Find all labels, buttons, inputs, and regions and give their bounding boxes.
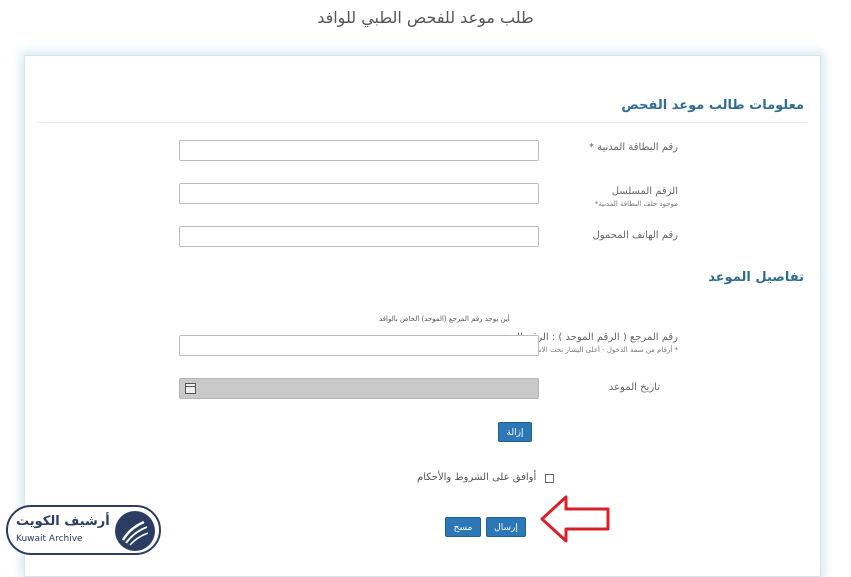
terms-label[interactable]: أوافق على الشروط والأحكام bbox=[417, 472, 536, 483]
date-field[interactable] bbox=[179, 378, 539, 399]
archive-emblem-icon bbox=[115, 511, 155, 551]
clear-button[interactable]: مسح bbox=[445, 517, 481, 537]
logo-title: أرشيف الكويت bbox=[16, 514, 110, 529]
mobile-input[interactable] bbox=[179, 226, 539, 247]
logo-subtitle: Kuwait Archive bbox=[16, 534, 83, 544]
serial-label-block: الرقم المسلسل موجود خلف البطاقة المدنية* bbox=[595, 186, 678, 208]
reference-help-link[interactable]: أين يوجد رقم المرجع (الموحد) الخاص بالوا… bbox=[379, 315, 510, 323]
left-arrow-icon bbox=[540, 495, 610, 543]
terms-checkbox[interactable] bbox=[545, 474, 554, 483]
mobile-label: رقم الهاتف المحمول bbox=[592, 230, 678, 241]
form-panel: معلومات طالب موعد الفحص رقم البطاقة المد… bbox=[24, 55, 821, 577]
date-label: تاريخ الموعد bbox=[608, 382, 660, 393]
serial-label: الرقم المسلسل bbox=[611, 186, 678, 197]
kuwait-archive-logo: أرشيف الكويت Kuwait Archive bbox=[6, 505, 161, 555]
remove-button[interactable]: إزالة bbox=[498, 422, 532, 442]
appointment-section-title: تفاصيل الموعد bbox=[708, 270, 804, 285]
page-title: طلب موعد للفحص الطبي للوافد bbox=[317, 8, 534, 27]
calendar-icon[interactable] bbox=[185, 383, 196, 394]
applicant-section-title: معلومات طالب موعد الفحص bbox=[621, 98, 804, 113]
serial-hint: موجود خلف البطاقة المدنية* bbox=[594, 200, 678, 208]
section-divider bbox=[37, 122, 808, 123]
civil-id-input[interactable] bbox=[179, 140, 539, 161]
serial-input[interactable] bbox=[179, 183, 539, 204]
reference-input[interactable] bbox=[179, 335, 539, 356]
civil-id-label: رقم البطاقة المدنية * bbox=[588, 142, 678, 153]
submit-button[interactable]: إرسال bbox=[486, 517, 526, 537]
